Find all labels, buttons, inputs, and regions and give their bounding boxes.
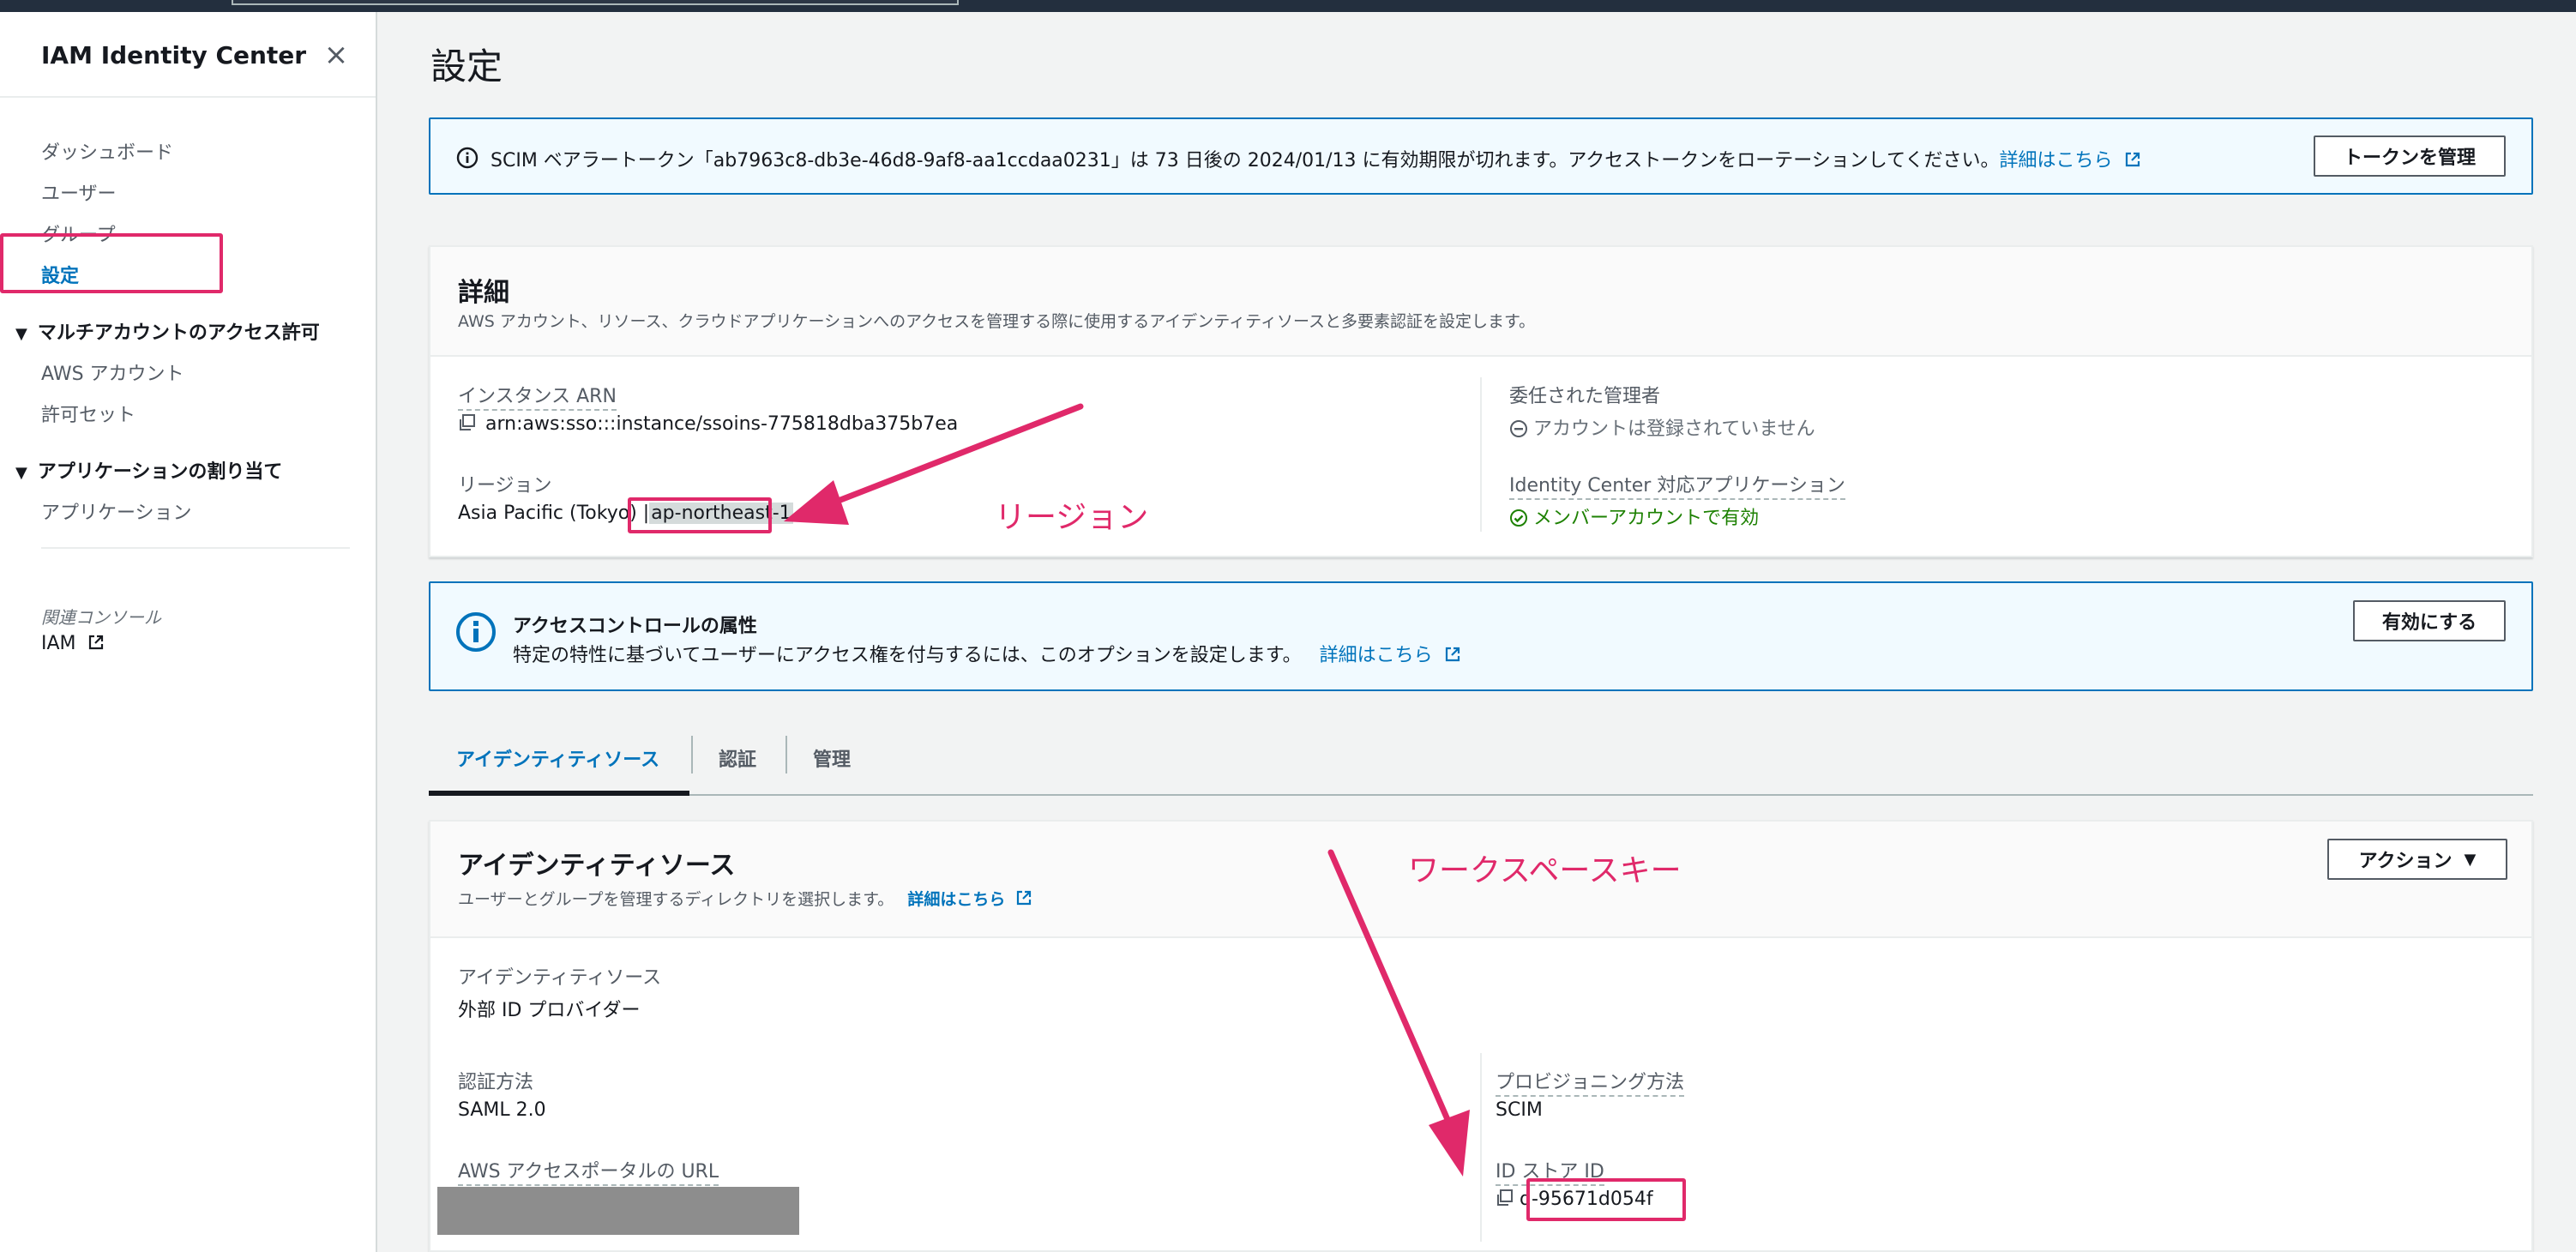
details-description: AWS アカウント、リソース、クラウドアプリケーションへのアクセスを管理する際に… [458,312,1536,331]
abac-description: 特定の特性に基づいてユーザーにアクセス権を付与するには、このオプションを設定しま… [513,645,1302,666]
info-icon [456,147,478,169]
sidebar-item-aws-accounts[interactable]: AWS アカウント [41,358,184,386]
token-expiry-banner: SCIM ベアラートークン「ab7963c8-db3e-46d8-9af8-aa… [429,117,2533,195]
info-icon [456,612,496,652]
check-circle-icon [1510,509,1527,527]
external-link-icon[interactable] [1015,889,1032,906]
enabled-apps-row: メンバーアカウントで有効 [1509,503,1759,530]
sidebar-item-applications[interactable]: アプリケーション [41,497,192,525]
delegated-admin-row: アカウントは登録されていません [1509,413,1815,441]
details-title: 詳細 [458,278,509,308]
region-name: Asia Pacific (Tokyo) | [458,503,650,524]
identity-source-title: アイデンティティソース [458,851,736,881]
portal-url-label: AWS アクセスポータルの URL [458,1156,719,1186]
region-annotation-text: リージョン [995,500,1149,535]
details-header: 詳細 AWS アカウント、リソース、クラウドアプリケーションへのアクセスを管理す… [430,247,2531,357]
sidebar-item-dashboard[interactable]: ダッシュボード [41,137,173,165]
sidebar-item-users[interactable]: ユーザー [41,178,117,206]
identity-source-description: ユーザーとグループを管理するディレクトリを選択します。 [458,890,894,909]
identity-source-value: 外部 ID プロバイダー [458,1000,641,1021]
section-label: アプリケーションの割り当て [37,461,283,483]
abac-info-panel: アクセスコントロールの属性 特定の特性に基づいてユーザーにアクセス権を付与するに… [429,581,2533,691]
external-link-icon[interactable] [1444,646,1461,663]
redacted-portal-url [437,1187,799,1235]
page-title: 設定 [430,45,503,87]
region-label: リージョン [458,475,552,497]
enable-abac-button[interactable]: 有効にする [2353,600,2506,641]
abac-title: アクセスコントロールの属性 [513,616,757,637]
related-console-label: 関連コンソール [41,607,161,628]
section-label: マルチアカウントのアクセス許可 [37,322,320,344]
tab-identity-source[interactable]: アイデンティティソース [456,744,659,772]
delegated-admin-value: アカウントは登録されていません [1533,418,1815,440]
identity-source-learn-more-link[interactable]: 詳細はこちら [907,890,1005,909]
settings-tabs: アイデンティティソース 認証 管理 [429,722,2533,796]
store-id-highlight-box [1526,1178,1686,1221]
provisioning-value: SCIM [1496,1099,1543,1121]
iam-link-label: IAM [41,633,76,654]
external-link-icon[interactable] [2124,151,2141,168]
search-bar[interactable] [232,0,959,5]
abac-text-row: 特定の特性に基づいてユーザーにアクセス権を付与するには、このオプションを設定しま… [513,640,1461,667]
identity-source-desc-row: ユーザーとグループを管理するディレクトリを選択します。 詳細はこちら [458,887,1032,910]
workspace-key-annotation-text: ワークスペースキー [1408,853,1682,888]
auth-method-label: 認証方法 [458,1072,534,1093]
tab-separator [785,736,787,773]
top-navigation-bar [0,0,2576,12]
provisioning-label: プロビジョニング方法 [1496,1067,1685,1097]
close-icon[interactable]: × [321,39,352,70]
instance-arn-label: インスタンス ARN [458,381,617,411]
enabled-apps-value: メンバーアカウントで有効 [1533,508,1760,529]
workspace-key-annotation-arrow [1327,849,1470,1177]
banner-learn-more-link[interactable]: 詳細はこちら [2000,150,2113,172]
iam-console-link[interactable]: IAM [41,633,105,654]
actions-label: アクション [2358,851,2453,872]
sidebar: IAM Identity Center × ダッシュボード ユーザー グループ … [0,12,377,1252]
minus-circle-icon [1510,420,1527,437]
manage-token-button[interactable]: トークンを管理 [2314,135,2506,177]
banner-message: SCIM ベアラートークン「ab7963c8-db3e-46d8-9af8-aa… [491,150,2000,172]
enabled-apps-label: Identity Center 対応アプリケーション [1509,470,1845,500]
caret-down-icon: ▼ [15,325,27,343]
region-highlight-box [628,497,772,533]
sidebar-divider [41,547,350,549]
sidebar-divider [0,96,376,98]
settings-highlight-box [0,233,223,293]
actions-dropdown-button[interactable]: アクション ▼ [2327,839,2507,880]
identity-source-label: アイデンティティソース [458,967,662,989]
tab-authentication[interactable]: 認証 [719,744,756,772]
sidebar-section-app-assignments[interactable]: ▼ アプリケーションの割り当て [15,456,282,484]
caret-down-icon: ▼ [2464,850,2477,869]
column-divider [1480,377,1482,532]
copy-icon[interactable] [1496,1189,1514,1207]
sidebar-item-permission-sets[interactable]: 許可セット [41,400,135,427]
banner-text-row: SCIM ベアラートークン「ab7963c8-db3e-46d8-9af8-aa… [491,145,2141,172]
tab-separator [691,736,693,773]
auth-method-value: SAML 2.0 [458,1099,546,1121]
tab-management[interactable]: 管理 [813,744,851,772]
delegated-admin-label: 委任された管理者 [1509,386,1661,407]
caret-down-icon: ▼ [15,464,27,482]
sidebar-title: IAM Identity Center [41,41,307,69]
active-tab-indicator [429,791,689,796]
external-link-icon [88,635,103,650]
copy-icon[interactable] [458,413,477,432]
sidebar-section-multi-account[interactable]: ▼ マルチアカウントのアクセス許可 [15,317,320,345]
abac-learn-more-link[interactable]: 詳細はこちら [1320,645,1433,666]
